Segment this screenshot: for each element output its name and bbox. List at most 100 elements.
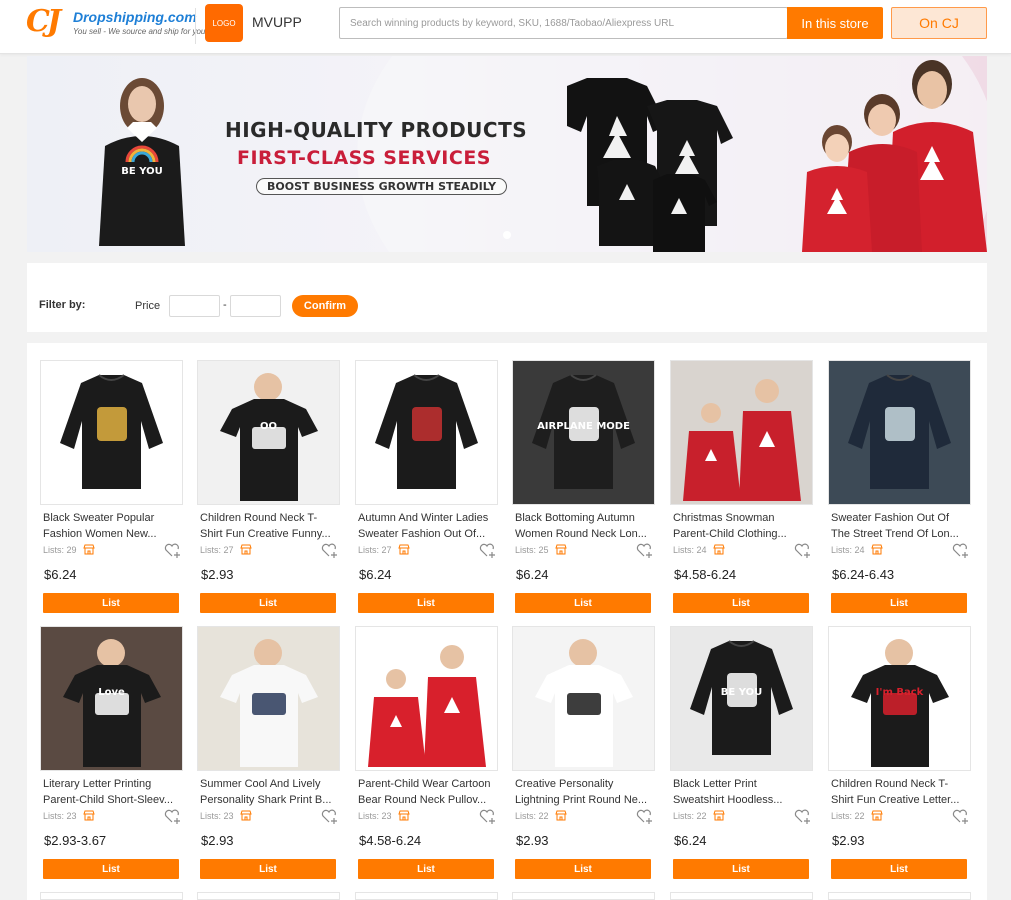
product-price: $2.93-3.67 bbox=[44, 833, 107, 848]
product-price: $2.93 bbox=[201, 567, 234, 582]
product-thumbnail[interactable] bbox=[670, 360, 813, 505]
add-favorite-icon[interactable] bbox=[164, 543, 181, 558]
list-button[interactable]: List bbox=[358, 593, 494, 613]
product-card[interactable]: I'm Back Children Round Neck T- Shirt Fun… bbox=[828, 626, 971, 888]
product-thumbnail[interactable] bbox=[197, 892, 340, 900]
product-title-line: Children Round Neck T- bbox=[831, 778, 949, 790]
product-card[interactable]: Autumn And Winter Ladies Sweater Fashion … bbox=[355, 360, 498, 622]
product-card[interactable]: OO Children Round Neck T- Shirt Fun Creat… bbox=[197, 360, 340, 622]
dropshipping-logo[interactable]: CJ Dropshipping.com You sell - We source… bbox=[26, 6, 208, 42]
product-print-text: AIRPLANE MODE bbox=[537, 421, 630, 432]
product-thumbnail[interactable] bbox=[828, 892, 971, 900]
store-icon bbox=[240, 544, 252, 555]
product-thumbnail[interactable]: BE YOU bbox=[670, 626, 813, 771]
product-title[interactable]: Sweater Fashion Out Of The Street Trend O… bbox=[831, 510, 968, 542]
promo-banner[interactable]: BE YOU HIGH-QUALITY PRODUCTS FIRST-CLASS… bbox=[27, 56, 987, 252]
search-on-cj-button[interactable]: On CJ bbox=[891, 7, 987, 39]
product-title[interactable]: Literary Letter Printing Parent-Child Sho… bbox=[43, 776, 180, 808]
product-card[interactable]: Sweater Fashion Out Of The Street Trend O… bbox=[828, 360, 971, 622]
product-card[interactable]: Christmas Snowman Parent-Child Clothing..… bbox=[670, 360, 813, 622]
product-thumbnail[interactable] bbox=[828, 360, 971, 505]
list-count: Lists: 27 bbox=[200, 545, 234, 555]
add-favorite-icon[interactable] bbox=[321, 809, 338, 824]
product-thumbnail[interactable]: OO bbox=[197, 360, 340, 505]
list-count: Lists: 27 bbox=[358, 545, 392, 555]
product-title-line: Sweater Fashion Out Of bbox=[831, 512, 949, 524]
list-button[interactable]: List bbox=[515, 593, 651, 613]
add-favorite-icon[interactable] bbox=[794, 543, 811, 558]
list-button[interactable]: List bbox=[831, 593, 967, 613]
add-favorite-icon[interactable] bbox=[164, 809, 181, 824]
add-favorite-icon[interactable] bbox=[636, 543, 653, 558]
product-title[interactable]: Children Round Neck T- Shirt Fun Creative… bbox=[831, 776, 968, 808]
list-count: Lists: 22 bbox=[515, 811, 549, 821]
product-title[interactable]: Parent-Child Wear Cartoon Bear Round Neck… bbox=[358, 776, 495, 808]
header-divider bbox=[195, 8, 196, 44]
carousel-dot[interactable] bbox=[503, 231, 511, 239]
list-count: Lists: 23 bbox=[200, 811, 234, 821]
list-button[interactable]: List bbox=[43, 859, 179, 879]
product-price: $4.58-6.24 bbox=[359, 833, 422, 848]
list-button[interactable]: List bbox=[831, 859, 967, 879]
price-max-input[interactable] bbox=[230, 295, 281, 317]
product-card[interactable]: BE YOU Black Letter Print Sweatshirt Hood… bbox=[670, 626, 813, 888]
product-thumbnail[interactable]: Love bbox=[40, 626, 183, 771]
product-photo bbox=[60, 374, 163, 489]
product-thumbnail[interactable] bbox=[355, 892, 498, 900]
store-icon bbox=[83, 810, 95, 821]
list-button[interactable]: List bbox=[358, 859, 494, 879]
price-separator: - bbox=[223, 299, 227, 311]
product-title-line: Women Round Neck Lon... bbox=[515, 528, 647, 540]
list-button[interactable]: List bbox=[673, 859, 809, 879]
product-thumbnail[interactable] bbox=[40, 892, 183, 900]
logo-tagline: You sell - We source and ship for you! bbox=[73, 27, 208, 36]
product-title[interactable]: Black Bottoming Autumn Women Round Neck L… bbox=[515, 510, 652, 542]
product-thumbnail[interactable] bbox=[512, 892, 655, 900]
add-favorite-icon[interactable] bbox=[636, 809, 653, 824]
product-title-line: Literary Letter Printing bbox=[43, 778, 152, 790]
product-title[interactable]: Creative Personality Lightning Print Roun… bbox=[515, 776, 652, 808]
product-title[interactable]: Autumn And Winter Ladies Sweater Fashion … bbox=[358, 510, 495, 542]
product-card[interactable]: Summer Cool And Lively Personality Shark … bbox=[197, 626, 340, 888]
product-thumbnail[interactable] bbox=[40, 360, 183, 505]
add-favorite-icon[interactable] bbox=[479, 809, 496, 824]
add-favorite-icon[interactable] bbox=[321, 543, 338, 558]
add-favorite-icon[interactable] bbox=[794, 809, 811, 824]
price-min-input[interactable] bbox=[169, 295, 220, 317]
product-thumbnail[interactable] bbox=[670, 892, 813, 900]
product-thumbnail[interactable] bbox=[355, 360, 498, 505]
product-photo bbox=[375, 374, 478, 489]
add-favorite-icon[interactable] bbox=[479, 543, 496, 558]
product-card[interactable]: Black Sweater Popular Fashion Women New..… bbox=[40, 360, 183, 622]
product-thumbnail[interactable]: AIRPLANE MODE bbox=[512, 360, 655, 505]
list-button[interactable]: List bbox=[515, 859, 651, 879]
product-title[interactable]: Black Letter Print Sweatshirt Hoodless... bbox=[673, 776, 810, 808]
product-title[interactable]: Children Round Neck T- Shirt Fun Creative… bbox=[200, 510, 337, 542]
search-input[interactable] bbox=[339, 7, 788, 39]
product-card[interactable]: AIRPLANE MODE Black Bottoming Autumn Wome… bbox=[512, 360, 655, 622]
product-title-line: Bear Round Neck Pullov... bbox=[358, 794, 487, 806]
product-thumbnail[interactable]: I'm Back bbox=[828, 626, 971, 771]
filter-bar: Filter by: Price - Confirm bbox=[27, 263, 987, 332]
product-card[interactable]: Love Literary Letter Printing Parent-Chil… bbox=[40, 626, 183, 888]
list-button[interactable]: List bbox=[673, 593, 809, 613]
product-thumbnail[interactable] bbox=[512, 626, 655, 771]
list-button[interactable]: List bbox=[43, 593, 179, 613]
add-favorite-icon[interactable] bbox=[952, 543, 969, 558]
product-title[interactable]: Black Sweater Popular Fashion Women New..… bbox=[43, 510, 180, 542]
list-button[interactable]: List bbox=[200, 593, 336, 613]
product-thumbnail[interactable] bbox=[197, 626, 340, 771]
add-favorite-icon[interactable] bbox=[952, 809, 969, 824]
product-card[interactable]: Creative Personality Lightning Print Roun… bbox=[512, 626, 655, 888]
list-button[interactable]: List bbox=[200, 859, 336, 879]
product-thumbnail[interactable] bbox=[355, 626, 498, 771]
product-title[interactable]: Christmas Snowman Parent-Child Clothing..… bbox=[673, 510, 810, 542]
product-title[interactable]: Summer Cool And Lively Personality Shark … bbox=[200, 776, 337, 808]
product-grid: Black Sweater Popular Fashion Women New..… bbox=[27, 343, 987, 900]
confirm-button[interactable]: Confirm bbox=[292, 295, 358, 317]
search-in-store-button[interactable]: In this store bbox=[787, 7, 883, 39]
banner-subheadline: FIRST-CLASS SERVICES bbox=[237, 147, 491, 169]
product-title-line: Black Letter Print bbox=[673, 778, 757, 790]
product-card[interactable]: Parent-Child Wear Cartoon Bear Round Neck… bbox=[355, 626, 498, 888]
list-count: Lists: 25 bbox=[515, 545, 549, 555]
